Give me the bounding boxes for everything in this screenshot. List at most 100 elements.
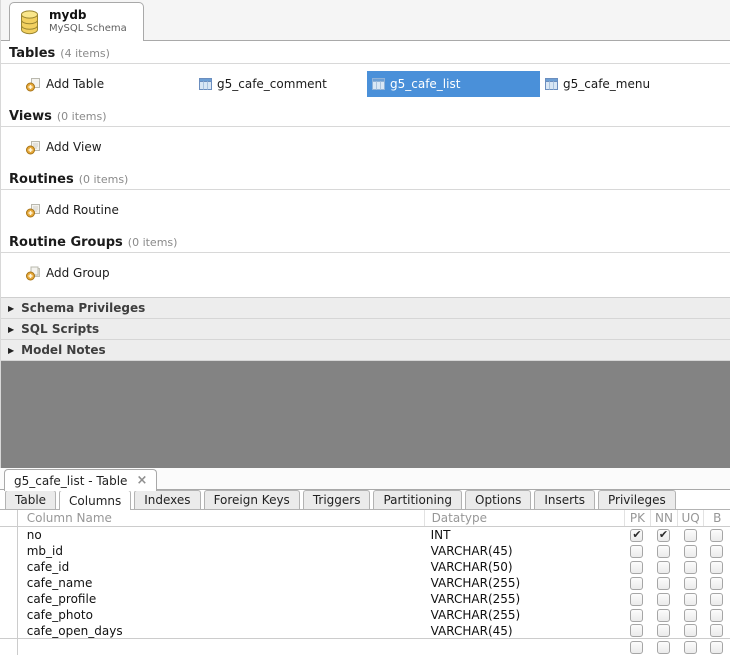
b-checkbox[interactable]	[710, 545, 723, 558]
close-icon[interactable]: ×	[136, 474, 147, 487]
section-schema-privileges[interactable]: ▶ Schema Privileges	[1, 298, 730, 319]
tables-item-row: Add Table g5_cafe_comment g5_cafe_list	[1, 64, 730, 104]
table-row[interactable]: cafe_id VARCHAR(50)	[0, 559, 730, 575]
table-item-g5_cafe_menu[interactable]: g5_cafe_menu	[540, 71, 713, 97]
table-row[interactable]: cafe_profile VARCHAR(255)	[0, 591, 730, 607]
add-group-button[interactable]: Add Group	[21, 260, 194, 286]
add-icon	[26, 266, 41, 281]
header-pk[interactable]: PK	[624, 510, 651, 526]
nn-checkbox[interactable]	[657, 624, 670, 637]
datatype-cell[interactable]: VARCHAR(255)	[424, 608, 624, 622]
table-row[interactable]: cafe_photo VARCHAR(255)	[0, 607, 730, 623]
row-gutter	[0, 639, 18, 655]
uq-checkbox[interactable]	[684, 593, 697, 606]
new-row-placeholder[interactable]	[0, 639, 730, 655]
table-icon	[545, 78, 558, 90]
datatype-cell[interactable]: VARCHAR(45)	[424, 544, 624, 558]
check-icon: ✔	[632, 529, 641, 540]
b-checkbox[interactable]	[710, 561, 723, 574]
tab-columns[interactable]: Columns	[59, 490, 131, 510]
table-row[interactable]: cafe_name VARCHAR(255)	[0, 575, 730, 591]
pk-checkbox[interactable]	[630, 624, 643, 637]
tab-inserts[interactable]: Inserts	[534, 490, 595, 509]
datatype-cell[interactable]: INT	[424, 528, 624, 542]
pk-checkbox[interactable]	[630, 577, 643, 590]
row-gutter	[0, 559, 18, 575]
pk-checkbox[interactable]: ✔	[630, 529, 643, 542]
datatype-cell[interactable]: VARCHAR(45)	[424, 624, 624, 638]
uq-checkbox[interactable]	[684, 624, 697, 637]
schema-tab-mydb[interactable]: mydb MySQL Schema	[9, 2, 144, 41]
header-b[interactable]: B	[703, 510, 730, 526]
add-view-button[interactable]: Add View	[21, 134, 194, 160]
tab-table[interactable]: Table	[5, 490, 56, 509]
row-gutter	[0, 543, 18, 559]
pk-checkbox[interactable]	[630, 545, 643, 558]
column-name-cell[interactable]: mb_id	[18, 544, 424, 558]
datatype-cell[interactable]: VARCHAR(50)	[424, 560, 624, 574]
empty-workspace-band	[1, 361, 730, 468]
tab-foreign-keys[interactable]: Foreign Keys	[204, 490, 300, 509]
uq-checkbox[interactable]	[684, 577, 697, 590]
pk-checkbox[interactable]	[630, 561, 643, 574]
table-item-g5_cafe_list[interactable]: g5_cafe_list	[367, 71, 540, 97]
b-checkbox[interactable]	[710, 529, 723, 542]
add-table-button[interactable]: Add Table	[21, 71, 194, 97]
table-icon	[372, 78, 385, 90]
header-column-name[interactable]: Column Name	[18, 511, 424, 525]
uq-checkbox[interactable]	[684, 529, 697, 542]
header-nn[interactable]: NN	[650, 510, 677, 526]
nn-checkbox[interactable]	[657, 593, 670, 606]
pk-checkbox[interactable]	[630, 641, 643, 654]
uq-checkbox[interactable]	[684, 545, 697, 558]
nn-checkbox[interactable]	[657, 641, 670, 654]
pk-checkbox[interactable]	[630, 593, 643, 606]
table-row[interactable]: mb_id VARCHAR(45)	[0, 543, 730, 559]
column-name-cell[interactable]: cafe_profile	[18, 592, 424, 606]
tab-triggers[interactable]: Triggers	[303, 490, 371, 509]
datatype-cell[interactable]: VARCHAR(255)	[424, 592, 624, 606]
uq-checkbox[interactable]	[684, 641, 697, 654]
tab-options[interactable]: Options	[465, 490, 531, 509]
row-gutter	[0, 591, 18, 607]
uq-checkbox[interactable]	[684, 609, 697, 622]
table-row[interactable]: cafe_open_days VARCHAR(45)	[0, 623, 730, 639]
nn-checkbox[interactable]	[657, 561, 670, 574]
section-sql-scripts[interactable]: ▶ SQL Scripts	[1, 319, 730, 340]
section-title: Tables	[9, 46, 55, 61]
header-datatype[interactable]: Datatype	[424, 510, 624, 526]
row-gutter	[0, 575, 18, 591]
datatype-cell[interactable]: VARCHAR(255)	[424, 576, 624, 590]
b-checkbox[interactable]	[710, 577, 723, 590]
b-checkbox[interactable]	[710, 624, 723, 637]
nn-checkbox[interactable]: ✔	[657, 529, 670, 542]
section-model-notes[interactable]: ▶ Model Notes	[1, 340, 730, 361]
tab-privileges[interactable]: Privileges	[598, 490, 676, 509]
column-name-cell[interactable]: cafe_id	[18, 560, 424, 574]
uq-checkbox[interactable]	[684, 561, 697, 574]
column-name-cell[interactable]: no	[18, 528, 424, 542]
section-count: (0 items)	[57, 110, 107, 124]
table-item-g5_cafe_comment[interactable]: g5_cafe_comment	[194, 71, 367, 97]
tab-indexes[interactable]: Indexes	[134, 490, 200, 509]
editor-tab-g5_cafe_list[interactable]: g5_cafe_list - Table ×	[4, 469, 157, 491]
nn-checkbox[interactable]	[657, 577, 670, 590]
add-icon	[26, 203, 41, 218]
nn-checkbox[interactable]	[657, 609, 670, 622]
chevron-right-icon: ▶	[8, 346, 14, 355]
header-uq[interactable]: UQ	[677, 510, 704, 526]
accordion-label: Schema Privileges	[21, 301, 145, 315]
column-name-cell[interactable]: cafe_name	[18, 576, 424, 590]
table-icon	[199, 78, 212, 90]
routine-groups-section-header: Routine Groups (0 items)	[1, 234, 730, 253]
table-row[interactable]: no INT ✔ ✔	[0, 527, 730, 543]
nn-checkbox[interactable]	[657, 545, 670, 558]
add-routine-button[interactable]: Add Routine	[21, 197, 194, 223]
tab-partitioning[interactable]: Partitioning	[373, 490, 462, 509]
b-checkbox[interactable]	[710, 641, 723, 654]
pk-checkbox[interactable]	[630, 609, 643, 622]
b-checkbox[interactable]	[710, 609, 723, 622]
column-name-cell[interactable]: cafe_photo	[18, 608, 424, 622]
column-name-cell[interactable]: cafe_open_days	[18, 624, 424, 638]
b-checkbox[interactable]	[710, 593, 723, 606]
